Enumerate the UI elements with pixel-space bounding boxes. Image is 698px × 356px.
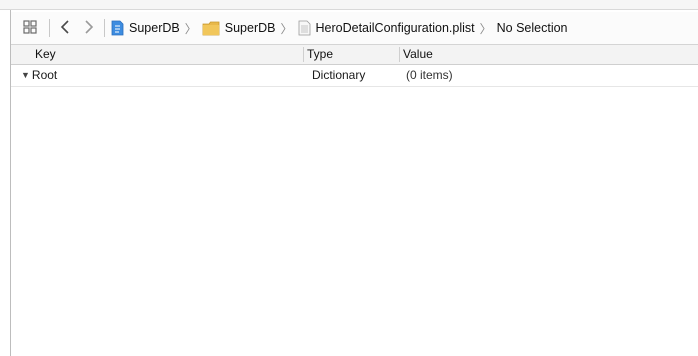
disclosure-triangle-icon[interactable]: ▼ [21, 65, 30, 86]
column-header-type[interactable]: Type [307, 45, 333, 64]
project-file-icon [111, 20, 124, 36]
toolbar-separator [104, 19, 105, 37]
grid-icon [23, 19, 37, 37]
forward-button[interactable] [80, 16, 98, 40]
breadcrumb-label: SuperDB [224, 21, 276, 35]
column-divider[interactable] [303, 47, 304, 62]
row-type-cell[interactable]: Dictionary [312, 65, 365, 86]
table-row[interactable]: ▼ Root Dictionary (0 items) [11, 65, 698, 87]
breadcrumb-chevron-icon: 〉 [479, 21, 492, 36]
chevron-right-icon [84, 19, 94, 37]
breadcrumb-file[interactable]: HeroDetailConfiguration.plist [298, 16, 475, 40]
window-top-edge [0, 0, 698, 10]
breadcrumb-chevron-icon: 〉 [280, 21, 293, 36]
toolbar-separator [49, 19, 50, 37]
column-header-key[interactable]: Key [35, 45, 56, 64]
related-items-button[interactable] [17, 16, 43, 40]
chevron-left-icon [60, 19, 70, 37]
column-divider[interactable] [399, 47, 400, 62]
column-header-value[interactable]: Value [403, 45, 433, 64]
breadcrumb-project[interactable]: SuperDB [111, 16, 180, 40]
row-value-cell[interactable]: (0 items) [406, 65, 453, 86]
plist-file-icon [298, 20, 311, 36]
breadcrumb-chevron-icon: 〉 [184, 21, 197, 36]
breadcrumb-label: HeroDetailConfiguration.plist [315, 21, 475, 35]
folder-icon [202, 21, 220, 36]
breadcrumb-label: SuperDB [129, 21, 180, 35]
breadcrumb-label: No Selection [496, 21, 568, 35]
breadcrumb-selection[interactable]: No Selection [497, 16, 568, 40]
table-header: Key Type Value [11, 45, 698, 65]
breadcrumb-group[interactable]: SuperDB [202, 16, 276, 40]
jump-bar: SuperDB 〉 SuperDB 〉 HeroDetailConfigurat… [11, 12, 698, 45]
back-button[interactable] [56, 16, 74, 40]
row-key-cell[interactable]: ▼ Root [21, 65, 57, 86]
row-key-label: Root [31, 68, 58, 82]
